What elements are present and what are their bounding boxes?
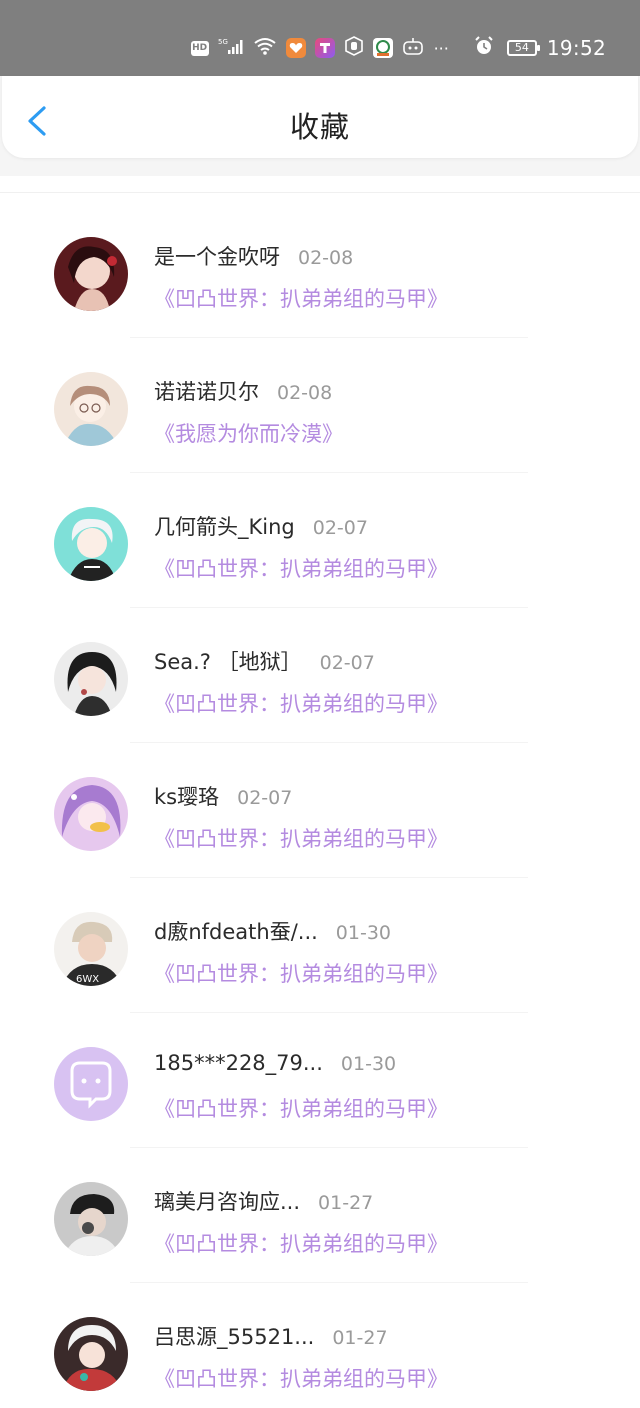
- avatar[interactable]: [54, 507, 128, 581]
- date: 02-08: [298, 247, 354, 269]
- header: 收藏: [2, 76, 638, 158]
- work-title-link[interactable]: 《凹凸世界：扒弟弟组的马甲》: [154, 823, 448, 853]
- avatar[interactable]: 6WX: [54, 912, 128, 986]
- work-title-link[interactable]: 《凹凸世界：扒弟弟组的马甲》: [154, 1228, 448, 1258]
- name-line: 吕思源_55521... 01-27: [154, 1321, 388, 1351]
- clock: 19:52: [546, 36, 606, 60]
- user-name: 几何箭头_King: [154, 515, 295, 539]
- list-item[interactable]: 185***228_79... 01-30 《凹凸世界：扒弟弟组的马甲》: [0, 1013, 640, 1148]
- avatar[interactable]: [54, 1317, 128, 1391]
- work-title-link[interactable]: 《我愿为你而冷漠》: [154, 418, 343, 448]
- date: 01-27: [332, 1327, 388, 1349]
- name-line: 几何箭头_King 02-07: [154, 511, 368, 541]
- svg-text:5G: 5G: [218, 38, 228, 46]
- user-name: 吕思源_55521...: [154, 1325, 315, 1349]
- list-item[interactable]: 几何箭头_King 02-07 《凹凸世界：扒弟弟组的马甲》: [0, 473, 640, 608]
- wifi-icon: [253, 37, 277, 59]
- vpn-app-icon: [372, 38, 393, 58]
- work-title-link[interactable]: 《凹凸世界：扒弟弟组的马甲》: [154, 283, 448, 313]
- name-line: 璃美月咨询应... 01-27: [154, 1186, 373, 1216]
- list-item[interactable]: 璃美月咨询应... 01-27 《凹凸世界：扒弟弟组的马甲》: [0, 1148, 640, 1283]
- user-name: ks璎珞: [154, 785, 220, 809]
- status-icons: HD 5G ··· 54 19:52: [182, 34, 606, 62]
- user-name: 185***228_79...: [154, 1051, 323, 1075]
- signal-icon: 5G: [218, 37, 244, 59]
- list-item[interactable]: 吕思源_55521... 01-27 《凹凸世界：扒弟弟组的马甲》: [0, 1283, 640, 1408]
- date: 02-07: [312, 517, 368, 539]
- list-item[interactable]: ks璎珞 02-07 《凹凸世界：扒弟弟组的马甲》: [0, 743, 640, 878]
- name-line: ks璎珞 02-07: [154, 781, 292, 811]
- name-line: Sea.? ［地狱］ 02-07: [154, 646, 375, 676]
- alarm-icon: [473, 35, 495, 61]
- avatar[interactable]: [54, 777, 128, 851]
- avatar[interactable]: [54, 237, 128, 311]
- date: 01-30: [340, 1053, 397, 1075]
- user-name: 诺诺诺贝尔: [154, 380, 259, 404]
- divider: [0, 192, 640, 193]
- store-app-icon: [314, 38, 335, 58]
- date: 02-07: [319, 652, 375, 674]
- page-title: 收藏: [289, 110, 350, 144]
- user-name: 璃美月咨询应...: [154, 1190, 301, 1214]
- user-name: Sea.? ［地狱］: [154, 650, 302, 674]
- name-line: 185***228_79... 01-30: [154, 1051, 396, 1075]
- user-name: d廒nfdeath蚕/...: [154, 920, 318, 944]
- date: 02-08: [277, 382, 333, 404]
- more-icon: ···: [433, 38, 449, 58]
- list-item[interactable]: 6WX d廒nfdeath蚕/... 01-30 《凹凸世界：扒弟弟组的马甲》: [0, 878, 640, 1013]
- date: 01-30: [335, 922, 392, 944]
- work-title-link[interactable]: 《凹凸世界：扒弟弟组的马甲》: [154, 958, 448, 988]
- name-line: 诺诺诺贝尔 02-08: [154, 376, 332, 406]
- game-icon: [402, 36, 424, 60]
- favorites-list: 是一个金吹呀 02-08 《凹凸世界：扒弟弟组的马甲》 诺诺诺贝尔 02-08 …: [0, 203, 640, 1408]
- svg-text:6WX: 6WX: [76, 974, 99, 985]
- status-bar: HD 5G ··· 54 19:52: [0, 0, 640, 76]
- list-item[interactable]: 诺诺诺贝尔 02-08 《我愿为你而冷漠》: [0, 338, 640, 473]
- default-avatar[interactable]: [54, 1047, 128, 1121]
- avatar[interactable]: [54, 372, 128, 446]
- date: 02-07: [237, 787, 293, 809]
- work-title-link[interactable]: 《凹凸世界：扒弟弟组的马甲》: [154, 1363, 448, 1393]
- user-name: 是一个金吹呀: [154, 245, 280, 269]
- list-item[interactable]: 是一个金吹呀 02-08 《凹凸世界：扒弟弟组的马甲》: [0, 203, 640, 338]
- work-title-link[interactable]: 《凹凸世界：扒弟弟组的马甲》: [154, 553, 448, 583]
- hand-icon: [344, 36, 364, 60]
- avatar[interactable]: [54, 642, 128, 716]
- work-title-link[interactable]: 《凹凸世界：扒弟弟组的马甲》: [154, 1093, 448, 1123]
- name-line: 是一个金吹呀 02-08: [154, 241, 353, 271]
- health-app-icon: [285, 38, 306, 58]
- avatar[interactable]: [54, 1182, 128, 1256]
- battery-icon: 54: [506, 40, 540, 56]
- list-item[interactable]: Sea.? ［地狱］ 02-07 《凹凸世界：扒弟弟组的马甲》: [0, 608, 640, 743]
- work-title-link[interactable]: 《凹凸世界：扒弟弟组的马甲》: [154, 688, 448, 718]
- hd-icon: HD: [190, 40, 209, 56]
- name-line: d廒nfdeath蚕/... 01-30: [154, 916, 391, 946]
- date: 01-27: [318, 1192, 374, 1214]
